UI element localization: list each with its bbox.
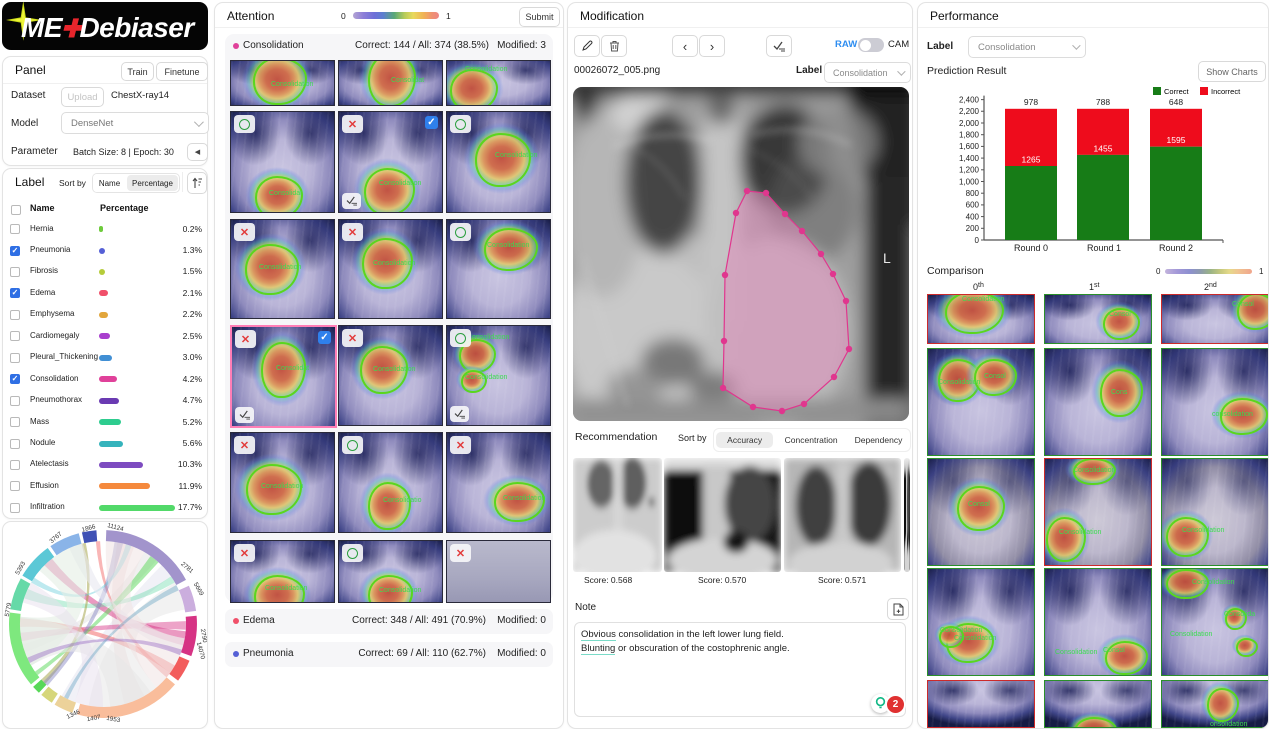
svg-text:1,000: 1,000 [959,177,980,186]
svg-text:1,400: 1,400 [959,154,980,163]
svg-text:788: 788 [1096,97,1110,107]
svg-text:1,800: 1,800 [959,131,980,140]
svg-text:600: 600 [966,201,980,210]
svg-text:Round 0: Round 0 [1014,243,1048,253]
svg-text:1953: 1953 [106,715,122,724]
svg-text:1455: 1455 [1094,143,1113,153]
svg-text:978: 978 [1024,97,1038,107]
svg-text:1,200: 1,200 [959,166,980,175]
svg-text:200: 200 [966,224,980,233]
svg-text:Incorrect: Incorrect [1211,87,1241,96]
svg-text:2,000: 2,000 [959,119,980,128]
svg-text:1407: 1407 [86,714,102,723]
svg-text:Round 1: Round 1 [1087,243,1121,253]
svg-text:400: 400 [966,212,980,221]
svg-text:1265: 1265 [1022,155,1041,165]
svg-text:2,400: 2,400 [959,95,980,104]
svg-text:2,200: 2,200 [959,107,980,116]
svg-text:800: 800 [966,189,980,198]
svg-text:L: L [887,466,892,476]
svg-text:0: 0 [975,236,980,245]
svg-text:1595: 1595 [1167,135,1186,145]
svg-text:14070: 14070 [195,641,206,660]
svg-text:Round 2: Round 2 [1159,243,1193,253]
svg-text:Correct: Correct [1164,87,1190,96]
svg-text:5669: 5669 [192,581,205,597]
svg-text:1,600: 1,600 [959,142,980,151]
svg-text:648: 648 [1169,97,1183,107]
svg-text:L: L [883,250,891,266]
